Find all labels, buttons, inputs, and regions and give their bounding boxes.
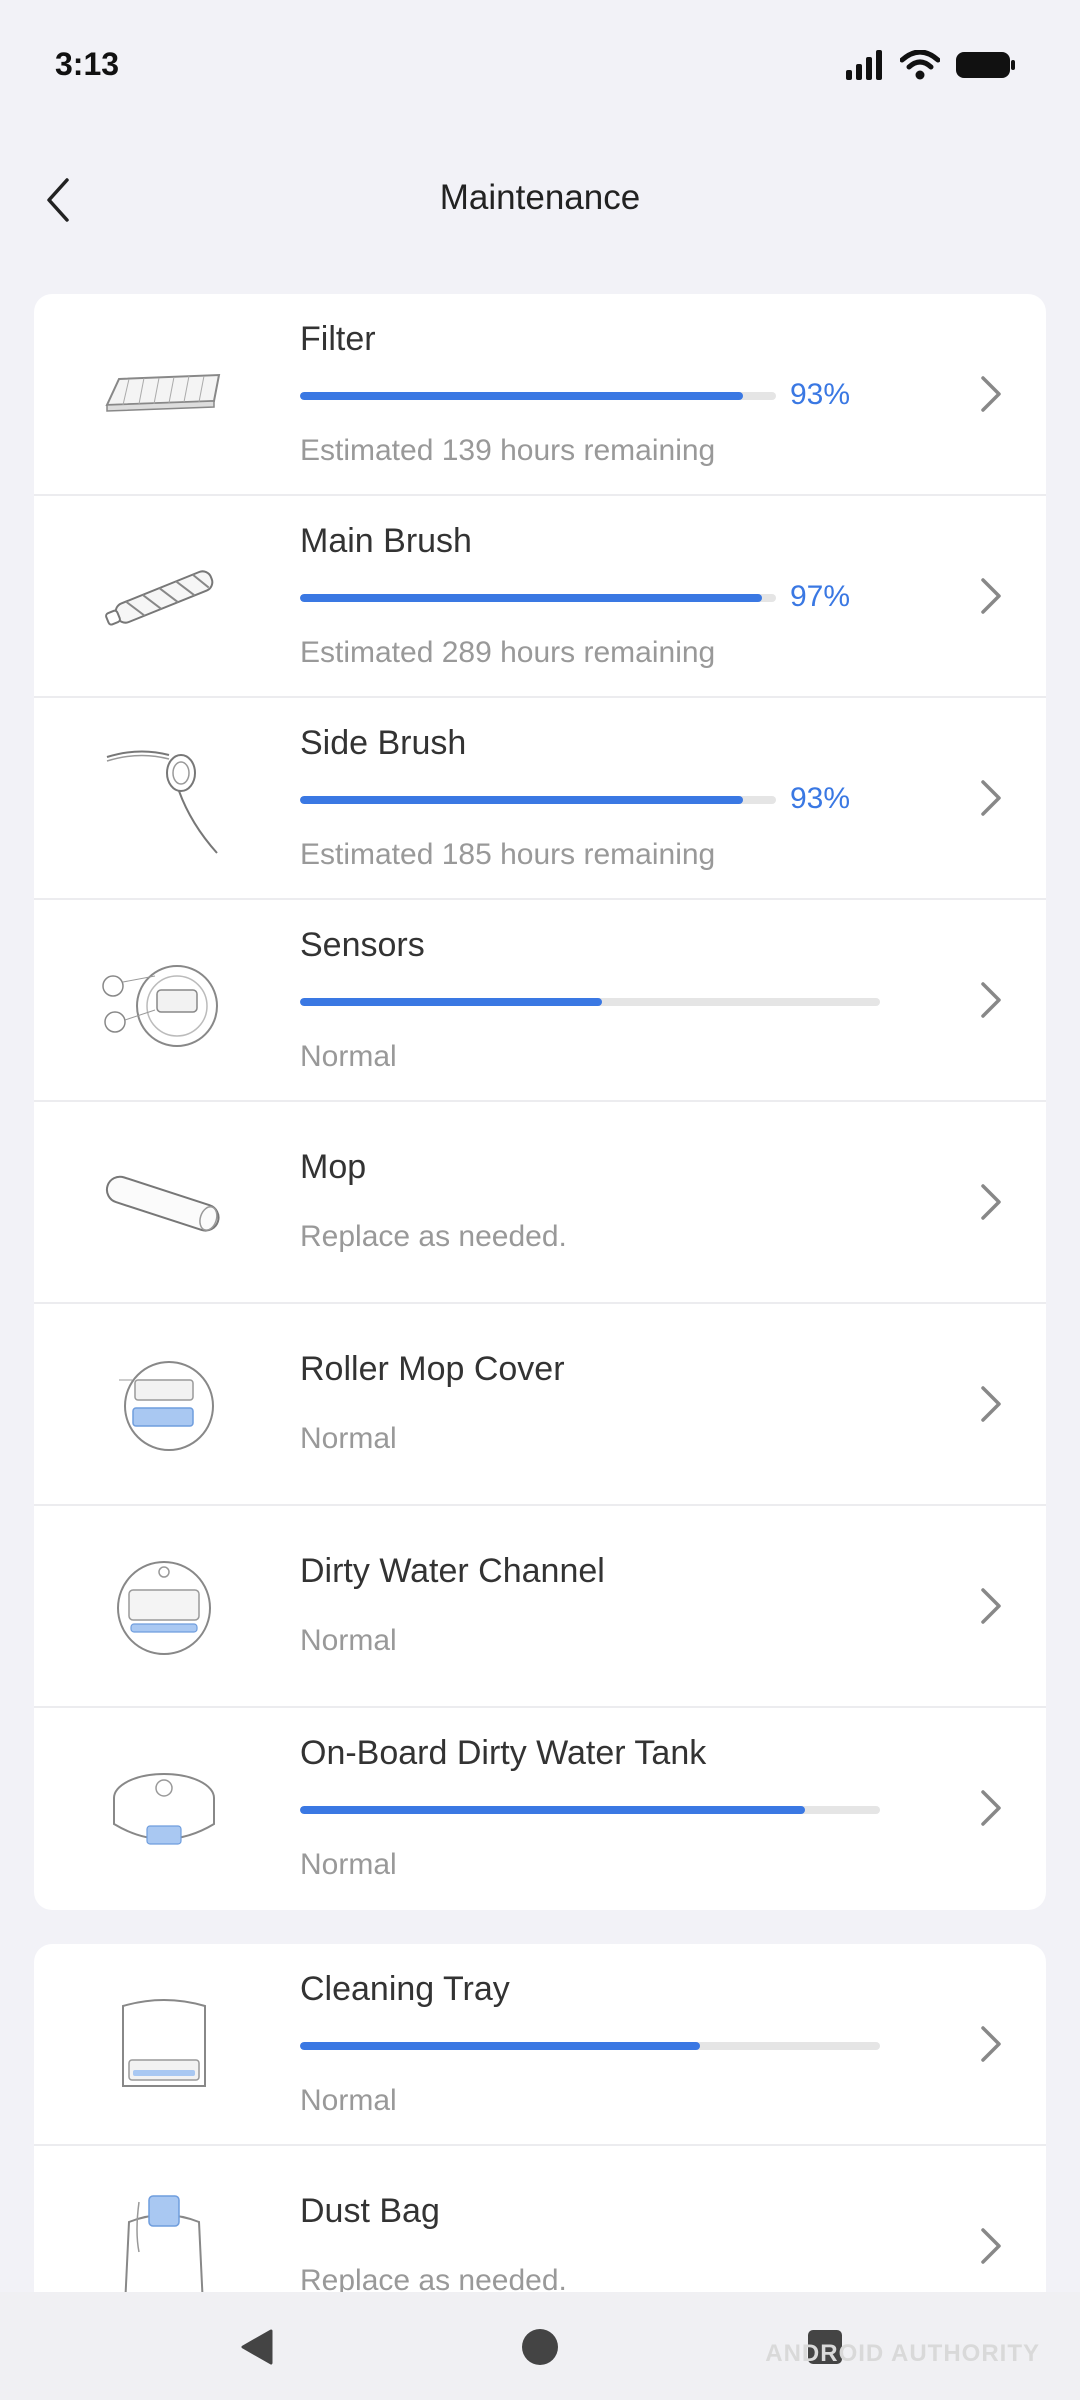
battery-icon: [956, 52, 1015, 78]
chevron-right-icon: [976, 1576, 1006, 1636]
item-status: Normal: [300, 1422, 397, 1455]
chevron-right-icon: [976, 1778, 1006, 1838]
life-percent: 97%: [790, 580, 851, 613]
sensors-icon: [94, 940, 234, 1062]
wifi-icon: [900, 50, 940, 80]
chevron-right-icon: [976, 970, 1006, 1030]
chevron-right-icon: [976, 364, 1006, 424]
life-progress-bar: [300, 998, 880, 1006]
mop-icon: [94, 1142, 234, 1264]
item-name: Roller Mop Cover: [300, 1350, 565, 1388]
item-status: Estimated 185 hours remaining: [300, 838, 716, 871]
item-status: Normal: [300, 1040, 397, 1073]
item-name: Main Brush: [300, 522, 472, 560]
progress-fill: [300, 2042, 701, 2050]
chevron-right-icon: [976, 1172, 1006, 1232]
item-onboard-dirty-water-tank[interactable]: On-Board Dirty Water Tank Normal: [34, 1708, 1046, 1910]
item-name: Dust Bag: [300, 2192, 440, 2230]
chevron-right-icon: [976, 2014, 1006, 2074]
chevron-right-icon: [976, 2216, 1006, 2276]
item-sensors[interactable]: Sensors Normal: [34, 900, 1046, 1102]
life-progress-bar: [300, 1806, 880, 1814]
item-name: Sensors: [300, 926, 425, 964]
item-name: Mop: [300, 1148, 367, 1186]
progress-fill: [300, 1806, 805, 1814]
header: Maintenance: [0, 140, 1080, 260]
item-filter[interactable]: Filter 93% Estimated 139 hours remaining: [34, 294, 1046, 496]
chevron-right-icon: [976, 566, 1006, 626]
status-time: 3:13: [55, 46, 120, 82]
dust-bag-icon: [94, 2186, 234, 2308]
item-side-brush[interactable]: Side Brush 93% Estimated 185 hours remai…: [34, 698, 1046, 900]
life-progress-bar: [300, 796, 776, 804]
item-roller-mop-cover[interactable]: Roller Mop Cover Normal: [34, 1304, 1046, 1506]
item-name: Side Brush: [300, 724, 467, 762]
system-nav-bar: ANDROID AUTHORITY: [0, 2292, 1080, 2400]
triangle-back-icon: [241, 2329, 273, 2365]
item-name: Cleaning Tray: [300, 1970, 510, 2008]
nav-home-button[interactable]: [515, 2322, 565, 2372]
item-name: Dirty Water Channel: [300, 1552, 605, 1590]
item-status: Normal: [300, 1624, 397, 1657]
item-mop[interactable]: Mop Replace as needed.: [34, 1102, 1046, 1304]
life-progress-bar: [300, 594, 776, 602]
item-dirty-water-channel[interactable]: Dirty Water Channel Normal: [34, 1506, 1046, 1708]
item-status: Replace as needed.: [300, 1220, 567, 1253]
dirty-water-tank-icon: [94, 1748, 234, 1870]
station-maintenance-list: Cleaning Tray Normal Dust Bag Replace as…: [34, 1944, 1046, 2324]
cleaning-tray-icon: [94, 1984, 234, 2106]
progress-fill: [300, 392, 743, 400]
progress-fill: [300, 796, 743, 804]
item-main-brush[interactable]: Main Brush 97% Estimated 289 hours remai…: [34, 496, 1046, 698]
signal-icon: [846, 50, 882, 80]
watermark: ANDROID AUTHORITY: [765, 2340, 1040, 2367]
main-brush-icon: [94, 536, 234, 658]
item-name: Filter: [300, 320, 376, 358]
item-status: Normal: [300, 1848, 397, 1881]
side-brush-icon: [94, 738, 234, 860]
dirty-water-channel-icon: [94, 1546, 234, 1668]
chevron-right-icon: [976, 768, 1006, 828]
maintenance-list: Filter 93% Estimated 139 hours remaining…: [34, 294, 1046, 1910]
item-status: Normal: [300, 2084, 397, 2117]
roller-mop-cover-icon: [94, 1344, 234, 1466]
circle-home-icon: [522, 2329, 558, 2365]
filter-icon: [94, 334, 234, 456]
life-percent: 93%: [790, 782, 851, 815]
life-progress-bar: [300, 2042, 880, 2050]
item-status: Estimated 289 hours remaining: [300, 636, 716, 669]
item-name: On-Board Dirty Water Tank: [300, 1734, 707, 1772]
item-status: Estimated 139 hours remaining: [300, 434, 716, 467]
progress-fill: [300, 998, 602, 1006]
chevron-right-icon: [976, 1374, 1006, 1434]
status-icons: [844, 50, 1016, 80]
life-percent: 93%: [790, 378, 851, 411]
life-progress-bar: [300, 392, 776, 400]
nav-back-button[interactable]: [232, 2322, 282, 2372]
progress-fill: [300, 594, 762, 602]
item-cleaning-tray[interactable]: Cleaning Tray Normal: [34, 1944, 1046, 2146]
status-bar: 3:13: [0, 0, 1080, 120]
page-title: Maintenance: [439, 178, 641, 217]
